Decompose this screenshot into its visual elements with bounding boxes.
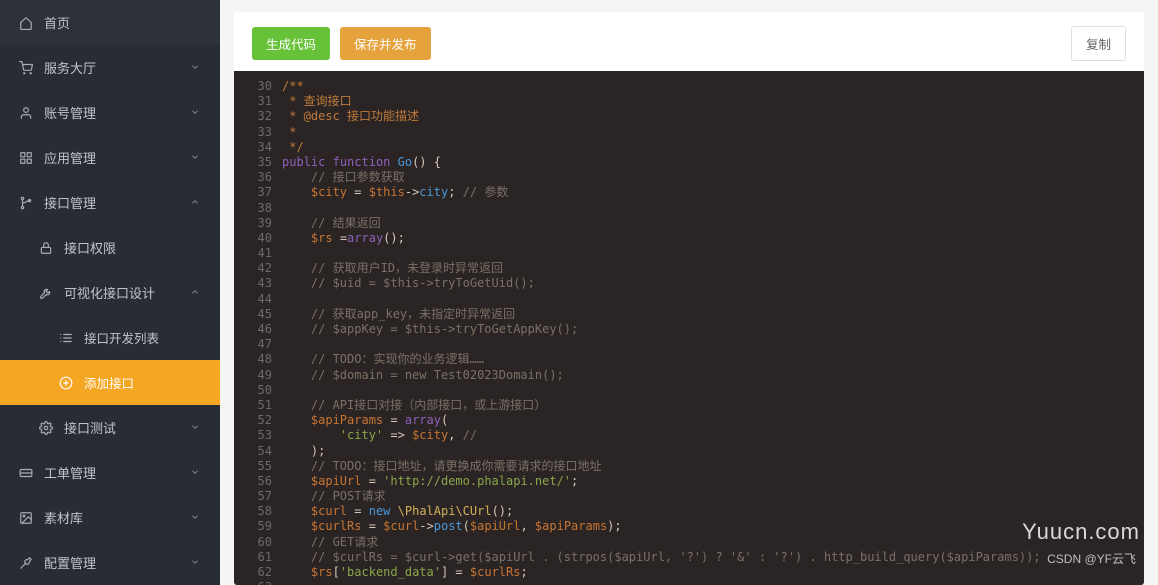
sidebar-item-label: 配置管理 — [44, 553, 96, 572]
user-icon — [18, 106, 34, 120]
code-line[interactable]: // $uid = $this->tryToGetUid(); — [282, 276, 1144, 291]
generate-code-button[interactable]: 生成代码 — [252, 27, 330, 60]
sidebar: 首页服务大厅账号管理应用管理接口管理接口权限可视化接口设计接口开发列表添加接口接… — [0, 0, 220, 585]
sidebar-item-label: 账号管理 — [44, 103, 96, 122]
sidebar-item-label: 接口管理 — [44, 193, 96, 212]
plus-circle-icon — [58, 376, 74, 390]
code-line[interactable] — [282, 580, 1144, 585]
chevron-down-icon — [190, 557, 202, 569]
save-publish-button[interactable]: 保存并发布 — [340, 27, 431, 60]
code-line[interactable]: // $domain = new Test02023Domain(); — [282, 368, 1144, 383]
chevron-down-icon — [190, 107, 202, 119]
code-line[interactable] — [282, 201, 1144, 216]
image-icon — [18, 511, 34, 525]
sidebar-item-label: 首页 — [44, 13, 70, 32]
code-line[interactable] — [282, 292, 1144, 307]
code-content[interactable]: /** * 查询接口 * @desc 接口功能描述 * */public fun… — [282, 71, 1144, 585]
sidebar-item[interactable]: 账号管理 — [0, 90, 220, 135]
code-line[interactable]: * @desc 接口功能描述 — [282, 109, 1144, 124]
ticket-icon — [18, 466, 34, 480]
sidebar-item[interactable]: 素材库 — [0, 495, 220, 540]
lock-icon — [38, 241, 54, 255]
code-line[interactable]: // POST请求 — [282, 489, 1144, 504]
chevron-down-icon — [190, 62, 202, 74]
code-line[interactable] — [282, 337, 1144, 352]
list-icon — [58, 331, 74, 345]
code-line[interactable]: // TODO：接口地址，请更换成你需要请求的接口地址 — [282, 459, 1144, 474]
home-icon — [18, 16, 34, 30]
sidebar-item-label: 工单管理 — [44, 463, 96, 482]
code-line[interactable]: 'city' => $city, // — [282, 428, 1144, 443]
code-line[interactable]: $apiUrl = 'http://demo.phalapi.net/'; — [282, 474, 1144, 489]
sidebar-item[interactable]: 接口测试 — [0, 405, 220, 450]
code-line[interactable]: // 获取app_key，未指定时异常返回 — [282, 307, 1144, 322]
code-line[interactable]: */ — [282, 140, 1144, 155]
code-line[interactable]: // 获取用户ID，未登录时异常返回 — [282, 261, 1144, 276]
sidebar-item[interactable]: 首页 — [0, 0, 220, 45]
sidebar-item[interactable]: 配置管理 — [0, 540, 220, 585]
chevron-down-icon — [190, 422, 202, 434]
sidebar-item[interactable]: 可视化接口设计 — [0, 270, 220, 315]
chevron-down-icon — [190, 152, 202, 164]
code-line[interactable]: // GET请求 — [282, 535, 1144, 550]
sidebar-item[interactable]: 服务大厅 — [0, 45, 220, 90]
main-panel: 生成代码 保存并发布 复制 30313233343536373839404142… — [234, 12, 1144, 585]
code-line[interactable]: $rs =array(); — [282, 231, 1144, 246]
code-line[interactable] — [282, 383, 1144, 398]
sidebar-item[interactable]: 接口开发列表 — [0, 315, 220, 360]
code-line[interactable]: * 查询接口 — [282, 94, 1144, 109]
code-line[interactable]: // API接口对接（内部接口，或上游接口） — [282, 398, 1144, 413]
code-line[interactable]: $curl = new \PhalApi\CUrl(); — [282, 504, 1144, 519]
sidebar-item[interactable]: 工单管理 — [0, 450, 220, 495]
sidebar-item-label: 添加接口 — [84, 373, 134, 392]
sidebar-item-label: 接口开发列表 — [84, 328, 159, 347]
sidebar-item-label: 接口权限 — [64, 238, 116, 257]
toolbar: 生成代码 保存并发布 复制 — [234, 12, 1144, 71]
tool-icon — [18, 556, 34, 570]
sidebar-item[interactable]: 接口权限 — [0, 225, 220, 270]
sidebar-item-label: 应用管理 — [44, 148, 96, 167]
grid-icon — [18, 151, 34, 165]
chevron-up-icon — [190, 197, 202, 209]
gear-icon — [38, 421, 54, 435]
sidebar-item-label: 素材库 — [44, 508, 83, 527]
code-editor[interactable]: 3031323334353637383940414243444546474849… — [234, 71, 1144, 585]
code-line[interactable]: /** — [282, 79, 1144, 94]
code-line[interactable]: $city = $this->city; // 参数 — [282, 185, 1144, 200]
code-line[interactable]: $apiParams = array( — [282, 413, 1144, 428]
code-line[interactable]: // 接口参数获取 — [282, 170, 1144, 185]
code-line[interactable]: // TODO：实现你的业务逻辑…… — [282, 352, 1144, 367]
code-line[interactable] — [282, 246, 1144, 261]
sidebar-item-label: 可视化接口设计 — [64, 283, 155, 302]
code-line[interactable]: public function Go() { — [282, 155, 1144, 170]
code-line[interactable]: $rs['backend_data'] = $curlRs; — [282, 565, 1144, 580]
code-line[interactable]: // $curlRs = $curl->get($apiUrl . (strpo… — [282, 550, 1144, 565]
code-line[interactable]: // 结果返回 — [282, 216, 1144, 231]
branch-icon — [18, 196, 34, 210]
chevron-down-icon — [190, 512, 202, 524]
code-line[interactable]: // $appKey = $this->tryToGetAppKey(); — [282, 322, 1144, 337]
code-line[interactable]: ); — [282, 444, 1144, 459]
wrench-icon — [38, 286, 54, 300]
cart-icon — [18, 61, 34, 75]
sidebar-item-label: 服务大厅 — [44, 58, 96, 77]
sidebar-item-label: 接口测试 — [64, 418, 116, 437]
code-line[interactable]: * — [282, 125, 1144, 140]
chevron-down-icon — [190, 467, 202, 479]
code-line[interactable]: $curlRs = $curl->post($apiUrl, $apiParam… — [282, 519, 1144, 534]
sidebar-item[interactable]: 添加接口 — [0, 360, 220, 405]
line-gutter: 3031323334353637383940414243444546474849… — [234, 71, 282, 585]
chevron-up-icon — [190, 287, 202, 299]
sidebar-item[interactable]: 接口管理 — [0, 180, 220, 225]
copy-button[interactable]: 复制 — [1071, 26, 1126, 61]
sidebar-item[interactable]: 应用管理 — [0, 135, 220, 180]
